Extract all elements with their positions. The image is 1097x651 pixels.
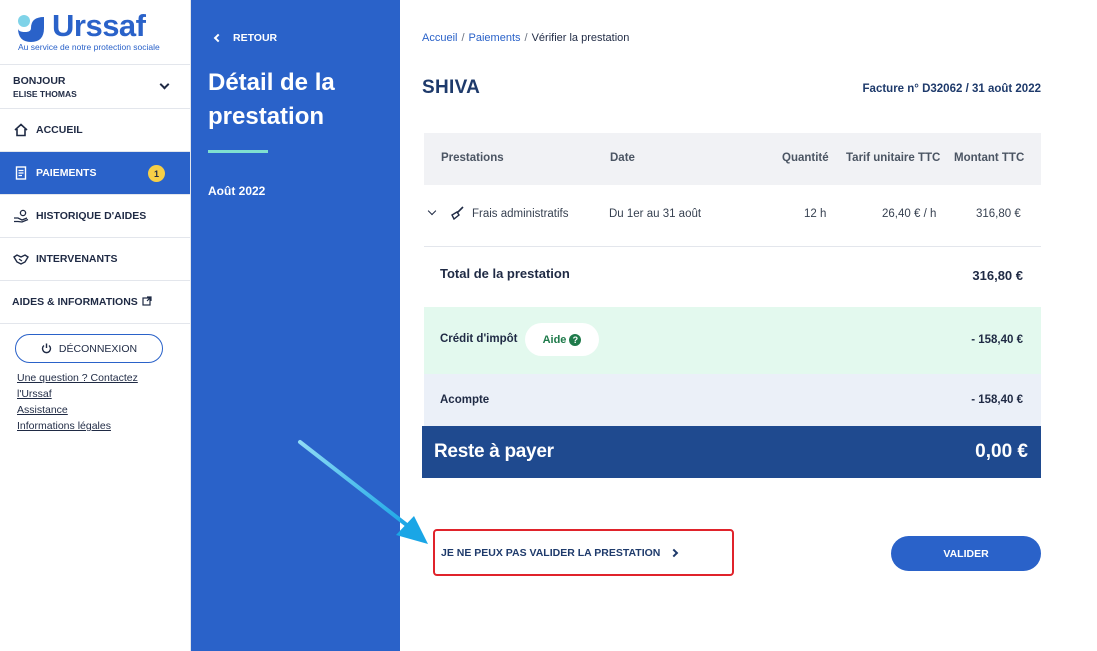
breadcrumb-accueil[interactable]: Accueil bbox=[422, 32, 457, 44]
deposit-row: Acompte - 158,40 € bbox=[424, 374, 1041, 427]
hand-coins-icon bbox=[13, 208, 29, 224]
validate-label: VALIDER bbox=[943, 547, 989, 560]
provider-name: SHIVA bbox=[422, 77, 481, 98]
contact-link-urssaf[interactable]: l'Urssaf bbox=[17, 386, 177, 402]
broom-icon bbox=[449, 206, 465, 225]
brand-tagline: Au service de notre protection sociale bbox=[18, 42, 160, 52]
breadcrumb-separator: / bbox=[461, 32, 465, 44]
total-label: Total de la prestation bbox=[440, 266, 570, 281]
deposit-value: - 158,40 € bbox=[971, 394, 1023, 406]
external-link-icon bbox=[142, 295, 152, 309]
column-tarif: Tarif unitaire TTC bbox=[846, 152, 941, 164]
greeting-label: BONJOUR bbox=[13, 75, 66, 87]
remaining-label: Reste à payer bbox=[434, 441, 554, 462]
cannot-validate-label: JE NE PEUX PAS VALIDER LA PRESTATION bbox=[441, 546, 661, 559]
tax-credit-row: Crédit d'impôt Aide ? - 158,40 € bbox=[424, 307, 1041, 374]
sidebar-item-label: ACCUEIL bbox=[36, 124, 83, 136]
page-title: Détail de la prestation bbox=[208, 69, 335, 130]
help-label: Aide bbox=[542, 333, 567, 346]
sidebar-item-aides-informations[interactable]: AIDES & INFORMATIONS bbox=[0, 281, 190, 324]
tax-credit-label: Crédit d'impôt bbox=[440, 333, 518, 345]
cannot-validate-link[interactable]: JE NE PEUX PAS VALIDER LA PRESTATION bbox=[433, 529, 734, 576]
title-underline bbox=[208, 150, 268, 153]
breadcrumb-current: Vérifier la prestation bbox=[531, 32, 630, 44]
home-icon bbox=[13, 122, 29, 138]
period-label: Août 2022 bbox=[208, 184, 266, 198]
sidebar-item-label: INTERVENANTS bbox=[36, 253, 118, 265]
logout-label: DÉCONNEXION bbox=[58, 342, 138, 355]
sidebar-item-paiements[interactable]: PAIEMENTS 1 bbox=[0, 152, 190, 195]
logout-button[interactable]: DÉCONNEXION bbox=[15, 334, 163, 363]
detail-panel: RETOUR Détail de la prestation Août 2022 bbox=[191, 0, 400, 651]
column-quantite: Quantité bbox=[782, 152, 829, 164]
deposit-label: Acompte bbox=[440, 394, 490, 406]
cell-montant: 316,80 € bbox=[976, 208, 1021, 220]
legal-info-link[interactable]: Informations légales bbox=[17, 418, 177, 434]
table-row[interactable]: Frais administratifs Du 1er au 31 août 1… bbox=[424, 185, 1041, 247]
user-name: ELISE THOMAS bbox=[13, 89, 77, 99]
chevron-down-icon[interactable] bbox=[427, 206, 437, 216]
cell-tarif: 26,40 € / h bbox=[882, 208, 937, 220]
back-button[interactable]: RETOUR bbox=[213, 32, 277, 44]
sidebar-item-label: PAIEMENTS bbox=[36, 167, 97, 179]
brand-name: Urssaf bbox=[52, 8, 146, 43]
sidebar: Urssaf Au service de notre protection so… bbox=[0, 0, 191, 651]
column-montant: Montant TTC bbox=[954, 152, 1025, 164]
handshake-icon bbox=[13, 251, 29, 267]
cell-prestation: Frais administratifs bbox=[472, 208, 569, 220]
assistance-link[interactable]: Assistance bbox=[17, 402, 177, 418]
tax-credit-value: - 158,40 € bbox=[971, 334, 1023, 346]
help-links: Une question ? Contactez l'Urssaf Assist… bbox=[17, 370, 177, 434]
user-menu[interactable]: BONJOUR ELISE THOMAS bbox=[0, 64, 190, 109]
chevron-left-icon bbox=[213, 33, 223, 43]
power-icon bbox=[41, 343, 52, 354]
receipt-icon bbox=[13, 165, 29, 181]
breadcrumb-separator: / bbox=[524, 32, 528, 44]
sidebar-item-label: AIDES & INFORMATIONS bbox=[12, 296, 138, 308]
sidebar-item-historique-aides[interactable]: HISTORIQUE D'AIDES bbox=[0, 195, 190, 238]
total-value: 316,80 € bbox=[972, 268, 1023, 283]
breadcrumb-paiements[interactable]: Paiements bbox=[469, 32, 521, 44]
validate-button[interactable]: VALIDER bbox=[891, 536, 1041, 571]
urssaf-logo[interactable]: Urssaf Au service de notre protection so… bbox=[16, 8, 186, 56]
back-label: RETOUR bbox=[233, 32, 278, 44]
remaining-to-pay-row: Reste à payer 0,00 € bbox=[422, 426, 1041, 478]
urssaf-logo-mark-icon bbox=[18, 15, 44, 42]
notification-badge: 1 bbox=[148, 165, 165, 182]
table-header: Prestations Date Quantité Tarif unitaire… bbox=[424, 133, 1041, 185]
cell-date: Du 1er au 31 août bbox=[609, 208, 702, 220]
column-date: Date bbox=[610, 152, 635, 164]
invoice-reference: Facture n° D32062 / 31 août 2022 bbox=[862, 83, 1041, 95]
contact-link[interactable]: Une question ? Contactez bbox=[17, 370, 177, 386]
sidebar-item-label: HISTORIQUE D'AIDES bbox=[36, 210, 147, 222]
column-prestations: Prestations bbox=[441, 152, 504, 164]
breadcrumb: Accueil / Paiements / Vérifier la prestation bbox=[422, 32, 629, 44]
help-button[interactable]: Aide ? bbox=[525, 323, 599, 356]
remaining-value: 0,00 € bbox=[975, 441, 1028, 462]
sidebar-item-accueil[interactable]: ACCUEIL bbox=[0, 109, 190, 152]
question-icon: ? bbox=[569, 333, 582, 346]
chevron-right-icon bbox=[670, 548, 679, 557]
cell-quantite: 12 h bbox=[804, 208, 827, 220]
sidebar-item-intervenants[interactable]: INTERVENANTS bbox=[0, 238, 190, 281]
total-row: Total de la prestation 316,80 € bbox=[424, 247, 1041, 307]
